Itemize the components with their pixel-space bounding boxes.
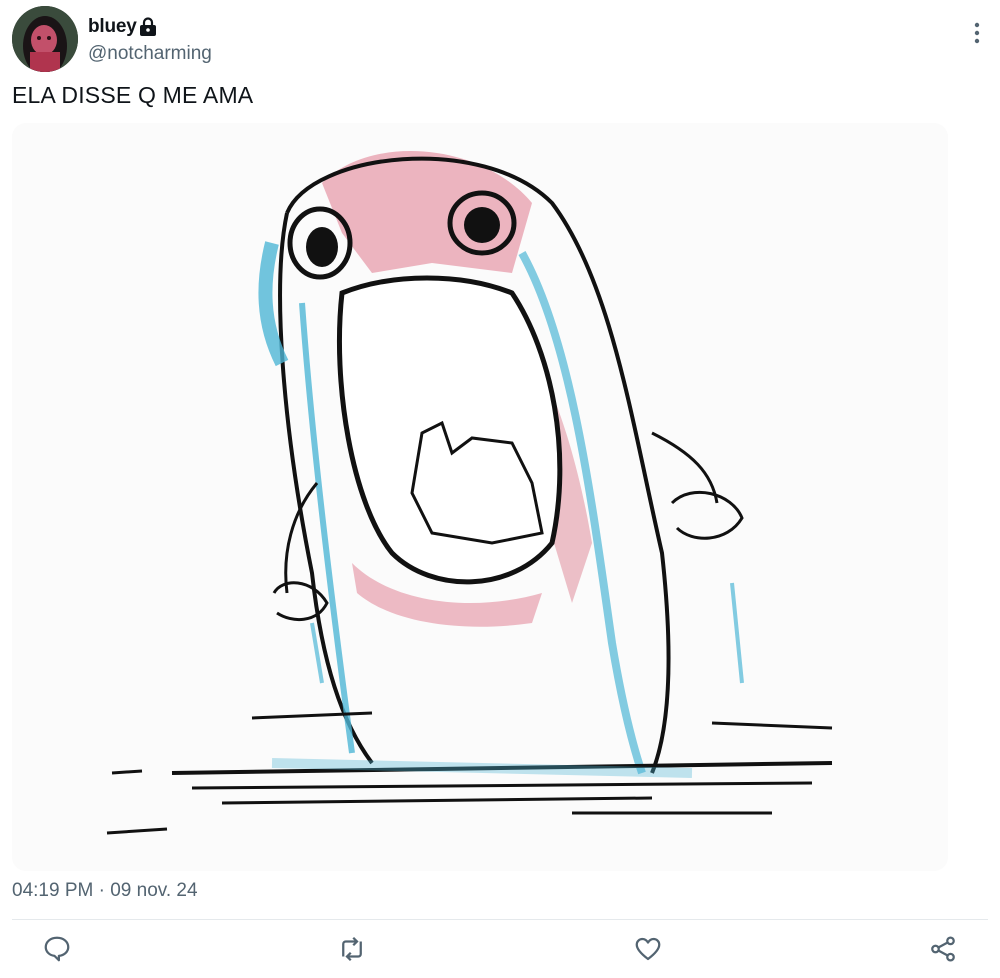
divider (12, 919, 988, 920)
action-bar (0, 930, 1000, 970)
tweet-text: ELA DISSE Q ME AMA (12, 82, 254, 108)
tweet-header: bluey @notcharming (12, 6, 988, 72)
display-name[interactable]: bluey (88, 16, 137, 38)
share-icon[interactable] (928, 934, 958, 964)
tweet-media-image[interactable] (12, 123, 948, 871)
lock-icon (138, 17, 158, 37)
retweet-icon[interactable] (337, 934, 367, 964)
like-icon[interactable] (633, 934, 663, 964)
user-handle[interactable]: @notcharming (88, 43, 212, 65)
crying-creature-drawing (12, 123, 948, 871)
more-options-icon[interactable] (972, 20, 982, 46)
reply-icon[interactable] (42, 934, 72, 964)
avatar[interactable] (12, 6, 78, 72)
tweet-timestamp[interactable]: 04:19 PM · 09 nov. 24 (12, 880, 198, 902)
